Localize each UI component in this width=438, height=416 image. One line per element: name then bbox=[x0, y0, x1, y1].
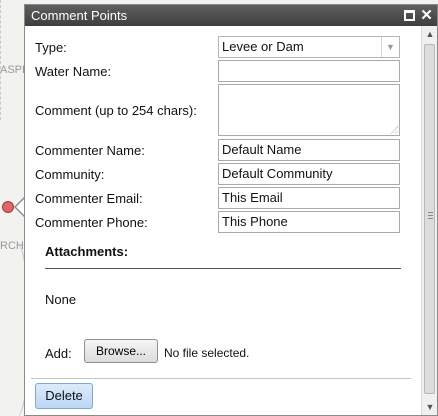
scroll-down-icon[interactable]: ▼ bbox=[422, 399, 438, 415]
delete-button[interactable]: Delete bbox=[35, 383, 93, 409]
popup-content: Type: Levee or Dam ▼ Water Name: Comment… bbox=[25, 26, 421, 415]
map-label: RCH bbox=[0, 240, 24, 252]
scrollbar-thumb[interactable] bbox=[424, 44, 435, 394]
comment-popup: Comment Points ✕ Type: Levee or Dam ▼ Wa… bbox=[24, 4, 438, 416]
file-status-text: No file selected. bbox=[164, 346, 250, 360]
type-label: Type: bbox=[35, 40, 67, 55]
browse-button[interactable]: Browse... bbox=[84, 339, 158, 363]
commenter-name-input[interactable]: Default Name bbox=[218, 139, 400, 161]
attachments-title: Attachments: bbox=[45, 244, 129, 259]
vertical-scrollbar[interactable]: ▲ ▼ bbox=[421, 26, 437, 415]
water-name-label: Water Name: bbox=[35, 64, 112, 79]
chevron-down-icon[interactable]: ▼ bbox=[381, 37, 399, 57]
commenter-phone-label: Commenter Phone: bbox=[35, 215, 148, 230]
type-select[interactable]: Levee or Dam ▼ bbox=[218, 36, 400, 58]
comment-textarea[interactable] bbox=[218, 84, 400, 136]
commenter-name-label: Commenter Name: bbox=[35, 143, 145, 158]
map-point-marker[interactable] bbox=[2, 201, 14, 213]
scroll-up-icon[interactable]: ▲ bbox=[422, 26, 438, 42]
commenter-email-label: Commenter Email: bbox=[35, 191, 143, 206]
attachments-none-text: None bbox=[45, 292, 77, 307]
add-attachment-label: Add: bbox=[45, 346, 72, 361]
water-name-input[interactable] bbox=[218, 60, 400, 82]
commenter-phone-input[interactable]: This Phone bbox=[218, 211, 400, 233]
close-icon[interactable]: ✕ bbox=[420, 8, 433, 23]
attachments-divider bbox=[45, 268, 401, 269]
popup-title: Comment Points bbox=[31, 8, 128, 23]
type-select-value: Levee or Dam bbox=[222, 39, 304, 54]
actions-divider bbox=[31, 378, 411, 379]
popup-titlebar: Comment Points ✕ bbox=[25, 5, 437, 26]
comment-label: Comment (up to 254 chars): bbox=[35, 103, 197, 118]
resize-handle-icon[interactable] bbox=[390, 126, 398, 134]
community-label: Community: bbox=[35, 167, 105, 182]
commenter-email-input[interactable]: This Email bbox=[218, 187, 400, 209]
maximize-icon[interactable] bbox=[404, 10, 415, 21]
grip-icon bbox=[428, 212, 433, 219]
community-input[interactable]: Default Community bbox=[218, 163, 400, 185]
